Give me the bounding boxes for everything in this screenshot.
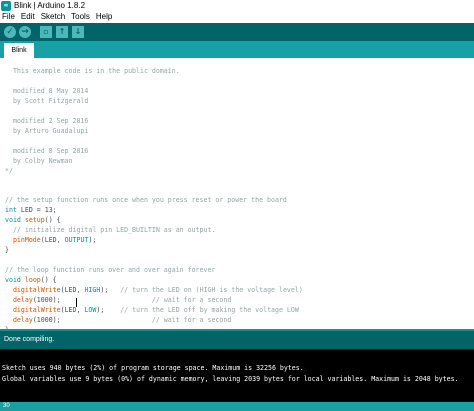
code-line: digitalWrite(LED, LOW); // turn the LED … — [12, 305, 299, 314]
code-line: } — [5, 246, 9, 255]
code-line: */ — [5, 166, 13, 175]
code-line: pinMode(LED, OUTPUT); — [12, 236, 97, 245]
menu-edit[interactable]: Edit — [18, 11, 38, 23]
status-bar: Done compiling. — [0, 329, 474, 349]
code-line: int LED = 13; — [5, 206, 57, 215]
arrow-down-icon: ↓ — [74, 27, 82, 36]
code-line: delay(1000); // wait for a second — [12, 295, 232, 304]
arduino-logo-icon: ∞ — [1, 0, 11, 11]
menu-bar: File Edit Sketch Tools Help — [0, 11, 474, 23]
title-bar: ∞ Blink | Arduino 1.8.2 — [0, 0, 474, 11]
console-line-program-storage: Sketch uses 940 bytes (2%) of program st… — [2, 364, 304, 372]
code-line: by Arturo Guadalupi — [5, 126, 89, 135]
code-line: delay(1000); // wait for a second — [12, 315, 232, 324]
menu-tools[interactable]: Tools — [68, 11, 93, 23]
upload-button[interactable]: → — [19, 26, 31, 38]
menu-sketch[interactable]: Sketch — [38, 11, 68, 23]
code-line: // the setup function runs once when you… — [5, 196, 287, 205]
code-line: void setup() { — [5, 216, 61, 225]
code-line: // initialize digital pin LED_BUILTIN as… — [5, 226, 216, 235]
code-line: by Scott Fitzgerald — [5, 96, 89, 105]
menu-help[interactable]: Help — [93, 11, 115, 23]
code-line: This example code is in the public domai… — [5, 67, 180, 75]
arrow-right-icon: → — [21, 27, 29, 37]
console-output[interactable]: Sketch uses 940 bytes (2%) of program st… — [0, 349, 474, 402]
new-sketch-button[interactable]: ▫ — [40, 26, 52, 38]
open-button[interactable]: ↑ — [56, 26, 68, 38]
menu-file[interactable]: File — [0, 11, 18, 23]
code-editor[interactable]: This example code is in the public domai… — [0, 58, 474, 329]
code-line: // the loop function runs over and over … — [5, 266, 216, 274]
checkmark-icon: ✓ — [6, 27, 14, 37]
code-line: by Colby Newman — [5, 156, 73, 165]
arrow-up-icon: ↑ — [58, 27, 66, 36]
console-line-dynamic-memory: Global variables use 9 bytes (0%) of dyn… — [2, 375, 459, 383]
tab-blink[interactable]: Blink — [4, 43, 34, 58]
verify-button[interactable]: ✓ — [4, 26, 16, 38]
footer-bar: 30 — [0, 402, 474, 411]
toolbar: ✓ → ▫ ↑ ↓ — [0, 23, 474, 41]
tab-bar: Blink — [0, 41, 474, 58]
window-title: Blink | Arduino 1.8.2 — [14, 1, 86, 10]
new-file-icon: ▫ — [43, 27, 49, 36]
status-message: Done compiling. — [4, 336, 55, 343]
code-line: void loop() { — [5, 275, 57, 284]
code-line: modified 8 May 2014 — [5, 86, 89, 95]
code-line: modified 2 Sep 2016 — [5, 116, 89, 125]
code-line: modified 8 Sep 2016 — [5, 146, 89, 155]
line-number: 30 — [3, 403, 10, 409]
save-button[interactable]: ↓ — [72, 26, 84, 38]
code-line: digitalWrite(LED, HIGH); // turn the LED… — [12, 285, 303, 294]
